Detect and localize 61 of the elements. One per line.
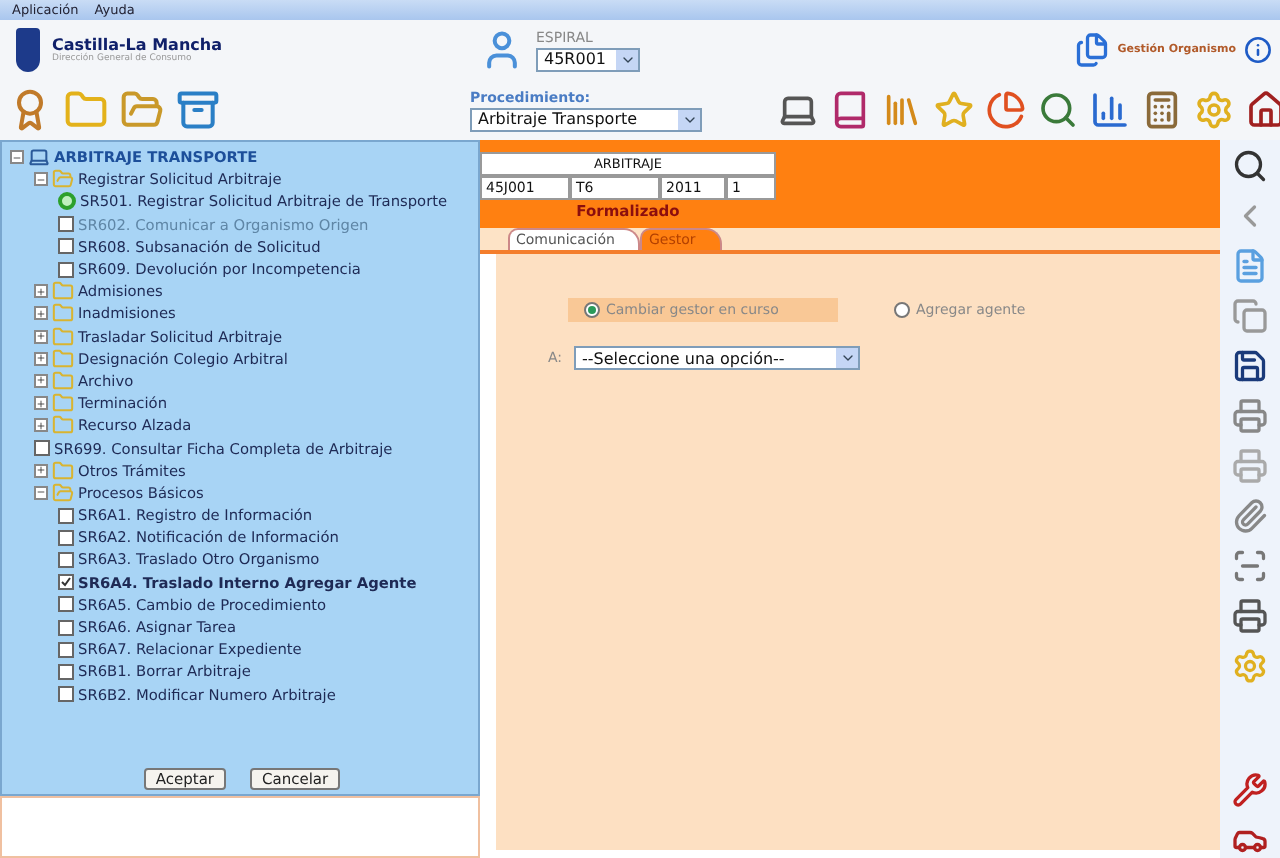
procedure-select[interactable]: Arbitraje Transporte bbox=[470, 107, 702, 131]
expand-icon[interactable] bbox=[34, 329, 48, 344]
copy-icon[interactable] bbox=[1232, 298, 1268, 334]
books-icon[interactable] bbox=[882, 90, 922, 130]
folder-icon bbox=[52, 481, 74, 504]
scanner-icon[interactable] bbox=[1232, 548, 1268, 584]
collapse-icon[interactable] bbox=[34, 485, 48, 500]
expand-icon[interactable] bbox=[34, 463, 48, 478]
checkbox[interactable] bbox=[58, 619, 74, 636]
folder-icon bbox=[52, 280, 74, 303]
status-circle-icon bbox=[58, 192, 76, 211]
computer-icon bbox=[28, 146, 50, 169]
printer-icon[interactable] bbox=[1232, 398, 1268, 434]
folder-icon bbox=[52, 168, 74, 191]
checkbox[interactable] bbox=[58, 238, 74, 255]
folder-icon bbox=[52, 392, 74, 415]
search-icon[interactable] bbox=[1232, 148, 1268, 184]
info-icon[interactable] bbox=[1244, 36, 1272, 64]
expand-icon[interactable] bbox=[34, 284, 48, 299]
paperclip-icon[interactable] bbox=[1232, 498, 1268, 534]
folder-icon[interactable] bbox=[120, 88, 164, 132]
checkbox[interactable] bbox=[58, 261, 74, 278]
radio-icon[interactable] bbox=[584, 302, 600, 318]
folder-icon bbox=[52, 459, 74, 482]
checkbox[interactable] bbox=[58, 641, 74, 658]
collapse-icon[interactable] bbox=[34, 172, 48, 187]
home-icon[interactable] bbox=[1246, 90, 1280, 130]
bar-chart-icon[interactable] bbox=[1090, 90, 1130, 130]
cabinet-icon[interactable] bbox=[176, 88, 220, 132]
star-icon[interactable] bbox=[934, 90, 974, 130]
checkbox[interactable] bbox=[58, 686, 74, 703]
target-select[interactable]: --Seleccione una opción-- bbox=[574, 346, 861, 370]
checkbox[interactable] bbox=[58, 663, 74, 680]
folder-icon bbox=[52, 302, 74, 325]
folder-icon bbox=[52, 347, 74, 370]
checkbox[interactable] bbox=[58, 574, 74, 591]
checkbox[interactable] bbox=[58, 529, 74, 546]
folder-icon bbox=[52, 414, 74, 437]
save-icon[interactable] bbox=[1232, 348, 1268, 384]
expand-icon[interactable] bbox=[34, 306, 48, 321]
search-icon[interactable] bbox=[1038, 90, 1078, 130]
folder-icon bbox=[52, 369, 74, 392]
expand-icon[interactable] bbox=[34, 373, 48, 388]
book-icon[interactable] bbox=[830, 90, 870, 130]
checkbox[interactable] bbox=[58, 507, 74, 524]
document-icon[interactable] bbox=[1232, 248, 1268, 284]
checkbox[interactable] bbox=[58, 596, 74, 613]
checkbox[interactable] bbox=[34, 440, 50, 457]
pie-chart-icon[interactable] bbox=[986, 90, 1026, 130]
expand-icon[interactable] bbox=[34, 396, 48, 411]
expand-icon[interactable] bbox=[34, 418, 48, 433]
printer-icon[interactable] bbox=[1232, 598, 1268, 634]
folder-icon bbox=[52, 325, 74, 348]
collapse-icon[interactable] bbox=[10, 150, 24, 165]
radio-icon[interactable] bbox=[894, 302, 910, 318]
org-name: Castilla-La Mancha bbox=[52, 36, 222, 54]
expand-icon[interactable] bbox=[34, 351, 48, 366]
calculator-icon[interactable] bbox=[1142, 90, 1182, 130]
user-select[interactable]: 45R001 bbox=[536, 47, 640, 71]
tools-icon[interactable] bbox=[1232, 772, 1268, 808]
checkbox[interactable] bbox=[58, 551, 74, 568]
